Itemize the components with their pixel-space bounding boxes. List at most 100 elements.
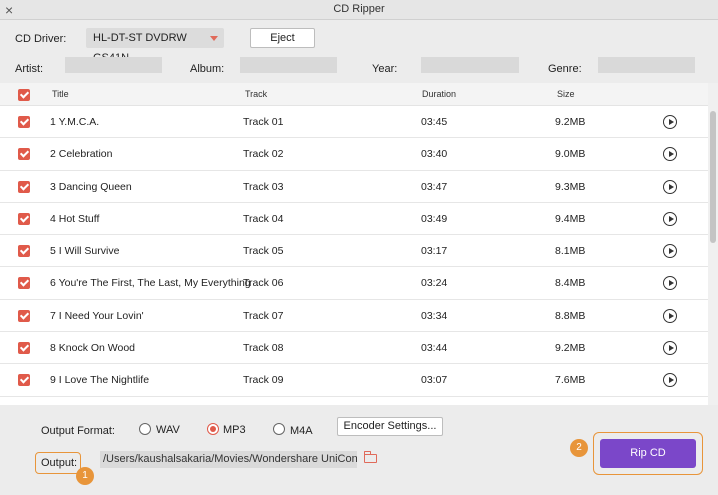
track-checkbox[interactable]: [18, 277, 30, 290]
track-title: 9 I Love The Nightlife: [50, 374, 150, 387]
play-icon[interactable]: [663, 341, 677, 356]
track-checkbox[interactable]: [18, 309, 30, 322]
table-row[interactable]: 4 Hot Stuff Track 04 03:49 9.4MB: [0, 203, 708, 236]
track-number: Track 06: [243, 277, 284, 290]
mp3-radio[interactable]: [207, 423, 219, 435]
track-duration: 03:07: [421, 374, 448, 387]
track-size: 7.6MB: [555, 374, 586, 387]
track-checkbox[interactable]: [18, 180, 30, 193]
table-row[interactable]: 2 Celebration Track 02 03:40 9.0MB: [0, 138, 708, 171]
track-size: 8.1MB: [555, 245, 586, 258]
track-checkbox[interactable]: [18, 374, 30, 387]
play-icon[interactable]: [663, 179, 677, 194]
encoder-settings-button[interactable]: Encoder Settings...: [337, 417, 443, 436]
track-size: 8.8MB: [555, 309, 586, 322]
header-title: Title: [52, 89, 69, 99]
wav-label: WAV: [156, 424, 180, 436]
output-format-label: Output Format:: [41, 425, 115, 437]
header-duration: Duration: [422, 89, 457, 99]
track-duration: 03:24: [421, 277, 448, 290]
header-track: Track: [245, 89, 268, 99]
track-checkbox[interactable]: [18, 148, 30, 161]
track-number: Track 03: [243, 180, 284, 193]
track-checkbox[interactable]: [18, 342, 30, 355]
table-row[interactable]: 3 Dancing Queen Track 03 03:47 9.3MB: [0, 171, 708, 203]
output-label: Output:: [41, 457, 78, 469]
track-size: 9.2MB: [555, 342, 586, 355]
folder-icon[interactable]: [364, 451, 377, 463]
track-duration: 03:44: [421, 342, 448, 355]
track-duration: 03:49: [421, 212, 448, 225]
play-icon[interactable]: [663, 147, 677, 162]
annotation-badge-2: 2: [570, 439, 588, 457]
track-number: Track 09: [243, 374, 284, 387]
output-path-field[interactable]: /Users/kaushalsakaria/Movies/Wondershare…: [100, 451, 357, 468]
track-size: 9.2MB: [555, 116, 586, 128]
track-size: 9.4MB: [555, 212, 586, 225]
track-title: 4 Hot Stuff: [50, 212, 100, 225]
track-table: Title Track Duration Size 1 Y.M.C.A. Trac…: [0, 83, 708, 405]
select-all-checkbox[interactable]: [18, 89, 30, 101]
dropdown-caret-icon: [210, 36, 218, 41]
track-duration: 03:47: [421, 180, 448, 193]
wav-radio[interactable]: [139, 423, 151, 435]
artist-input[interactable]: [65, 57, 162, 73]
album-label: Album:: [190, 63, 225, 75]
eject-button[interactable]: Eject: [250, 28, 315, 48]
album-input[interactable]: [240, 57, 337, 73]
table-header: Title Track Duration Size: [0, 83, 708, 106]
track-checkbox[interactable]: [18, 245, 30, 258]
play-icon[interactable]: [663, 115, 677, 129]
year-input[interactable]: [421, 57, 519, 73]
track-checkbox[interactable]: [18, 116, 30, 128]
track-size: 9.0MB: [555, 148, 586, 161]
track-number: Track 07: [243, 309, 284, 322]
table-body: 1 Y.M.C.A. Track 01 03:45 9.2MB 2 Celebratio…: [0, 106, 708, 397]
artist-label: Artist:: [15, 63, 44, 75]
track-number: Track 02: [243, 148, 284, 161]
track-checkbox[interactable]: [18, 212, 30, 225]
play-icon[interactable]: [663, 373, 677, 388]
track-number: Track 08: [243, 342, 284, 355]
genre-label: Genre:: [548, 63, 582, 75]
m4a-radio[interactable]: [273, 423, 285, 435]
title-bar: × CD Ripper: [0, 0, 718, 20]
track-title: 1 Y.M.C.A.: [50, 116, 100, 128]
cd-driver-label: CD Driver:: [15, 33, 67, 45]
year-label: Year:: [372, 63, 398, 75]
track-title: 5 I Will Survive: [50, 245, 120, 258]
m4a-label: M4A: [290, 425, 313, 437]
track-title: 7 I Need Your Lovin': [50, 309, 144, 322]
track-size: 8.4MB: [555, 277, 586, 290]
cd-driver-select[interactable]: HL-DT-ST DVDRW GS41N: [86, 28, 224, 64]
track-title: 3 Dancing Queen: [50, 180, 132, 193]
track-title: 2 Celebration: [50, 148, 113, 161]
play-icon[interactable]: [663, 211, 677, 226]
genre-input[interactable]: [598, 57, 695, 73]
table-row[interactable]: 5 I Will Survive Track 05 03:17 8.1MB: [0, 235, 708, 268]
play-icon[interactable]: [663, 276, 677, 291]
table-row[interactable]: 8 Knock On Wood Track 08 03:44 9.2MB: [0, 332, 708, 365]
play-icon[interactable]: [663, 244, 677, 259]
header-size: Size: [557, 89, 575, 99]
table-row[interactable]: 1 Y.M.C.A. Track 01 03:45 9.2MB: [0, 106, 708, 139]
rip-cd-button[interactable]: Rip CD: [600, 439, 696, 468]
track-title: 8 Knock On Wood: [50, 342, 136, 355]
track-duration: 03:40: [421, 148, 448, 161]
track-duration: 03:34: [421, 309, 448, 322]
annotation-badge-1: 1: [76, 467, 94, 485]
table-row[interactable]: 9 I Love The Nightlife Track 09 03:07 7.6MB: [0, 364, 708, 397]
track-number: Track 04: [243, 212, 284, 225]
table-scrollbar[interactable]: [708, 83, 718, 405]
play-icon[interactable]: [663, 308, 677, 323]
track-duration: 03:45: [421, 116, 448, 128]
track-duration: 03:17: [421, 245, 448, 258]
scrollbar-thumb[interactable]: [710, 111, 716, 243]
track-number: Track 01: [243, 116, 284, 128]
track-number: Track 05: [243, 245, 284, 258]
track-title: 6 You're The First, The Last, My Everyth…: [50, 277, 251, 290]
table-row[interactable]: 6 You're The First, The Last, My Everyth…: [0, 267, 708, 300]
track-size: 9.3MB: [555, 180, 586, 193]
mp3-label: MP3: [223, 424, 246, 436]
table-row[interactable]: 7 I Need Your Lovin' Track 07 03:34 8.8MB: [0, 300, 708, 333]
